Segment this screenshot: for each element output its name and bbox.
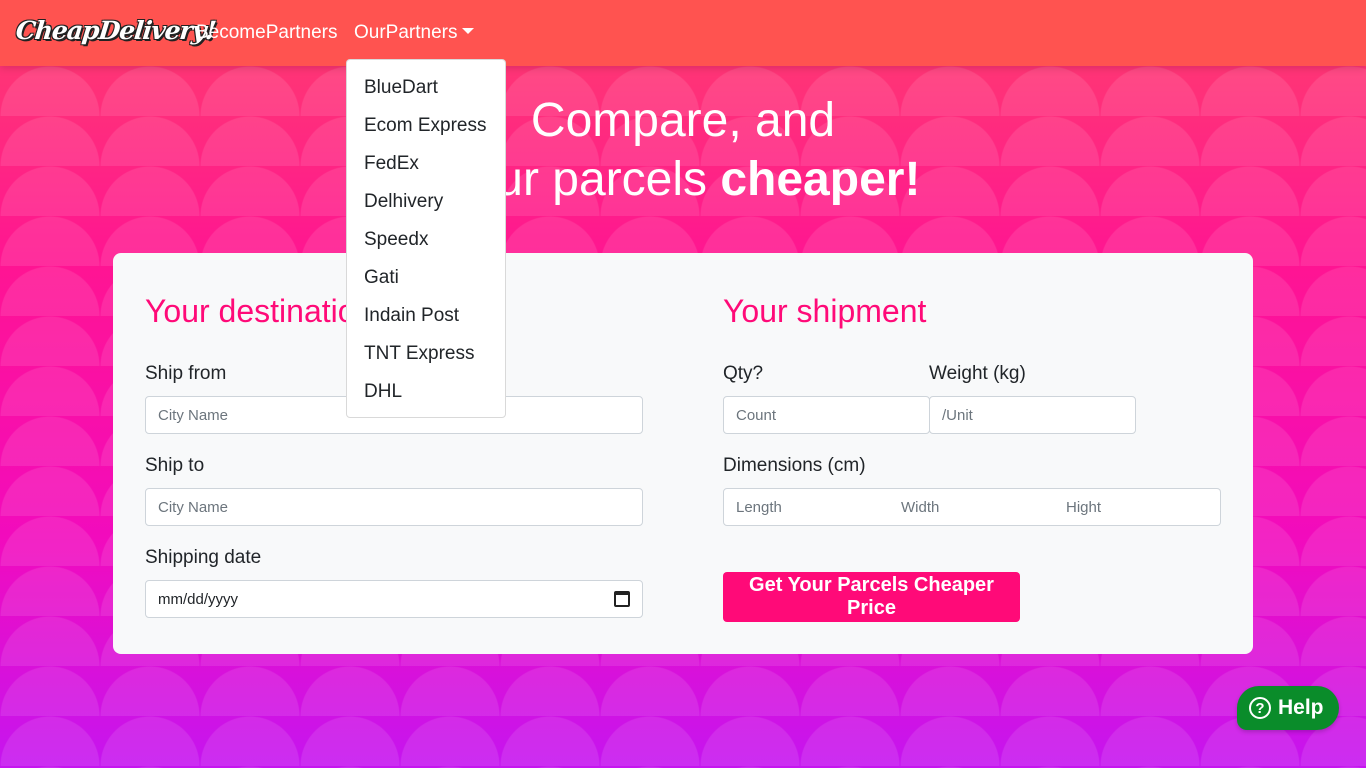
- width-input[interactable]: [889, 488, 1055, 526]
- hero-line-2: your parcels cheaper!: [0, 152, 1366, 207]
- dropdown-item-ecom-express[interactable]: Ecom Express: [347, 104, 505, 142]
- shipping-date-value: mm/dd/yyyy: [158, 590, 239, 608]
- get-price-button[interactable]: Get Your Parcels Cheaper Price: [723, 572, 1020, 622]
- calendar-icon[interactable]: [614, 591, 630, 607]
- shipping-date-label: Shipping date: [145, 547, 262, 568]
- partners-dropdown-menu: BlueDart Ecom Express FedEx Delhivery Sp…: [346, 59, 506, 418]
- hero-line-1: Compare, and: [530, 94, 836, 147]
- dropdown-item-fedex[interactable]: FedEx: [347, 142, 505, 180]
- dropdown-item-speedx[interactable]: Speedx: [347, 218, 505, 256]
- dropdown-item-indain-post[interactable]: Indain Post: [347, 294, 505, 332]
- height-input[interactable]: [1054, 488, 1221, 526]
- ship-from-label: Ship from: [145, 363, 227, 384]
- qty-label: Qty?: [723, 363, 764, 384]
- dropdown-item-gati[interactable]: Gati: [347, 256, 505, 294]
- nav-our-partners-label: OurPartners: [354, 22, 458, 43]
- dropdown-item-delhivery[interactable]: Delhivery: [347, 180, 505, 218]
- dimensions-label: Dimensions (cm): [723, 455, 866, 476]
- shipping-date-input[interactable]: mm/dd/yyyy: [145, 580, 643, 618]
- help-label: Help: [1278, 696, 1324, 719]
- caret-down-icon: [462, 28, 475, 34]
- weight-label: Weight (kg): [929, 363, 1026, 384]
- dropdown-item-bluedart[interactable]: BlueDart: [347, 66, 505, 104]
- shipment-title: Your shipment: [723, 293, 927, 329]
- nav-become-partners[interactable]: BecomePartners: [196, 22, 338, 44]
- weight-input[interactable]: [929, 396, 1136, 434]
- question-circle-icon: ?: [1249, 697, 1271, 719]
- destination-title: Your destinatio: [145, 293, 356, 329]
- search-form-card: Your destinatio Ship from Ship to Shippi…: [113, 253, 1253, 654]
- navbar: CheapDelivery! BecomePartners OurPartner…: [0, 0, 1366, 66]
- nav-our-partners[interactable]: OurPartners: [354, 22, 475, 44]
- dropdown-item-dhl[interactable]: DHL: [347, 370, 505, 408]
- ship-to-input[interactable]: [145, 488, 643, 526]
- brand-logo[interactable]: CheapDelivery!: [14, 16, 216, 45]
- hero-line-2-bold: cheaper!: [720, 153, 921, 206]
- dropdown-item-tnt-express[interactable]: TNT Express: [347, 332, 505, 370]
- help-button[interactable]: ? Help: [1237, 686, 1339, 730]
- length-input[interactable]: [723, 488, 890, 526]
- qty-input[interactable]: [723, 396, 930, 434]
- ship-to-label: Ship to: [145, 455, 205, 476]
